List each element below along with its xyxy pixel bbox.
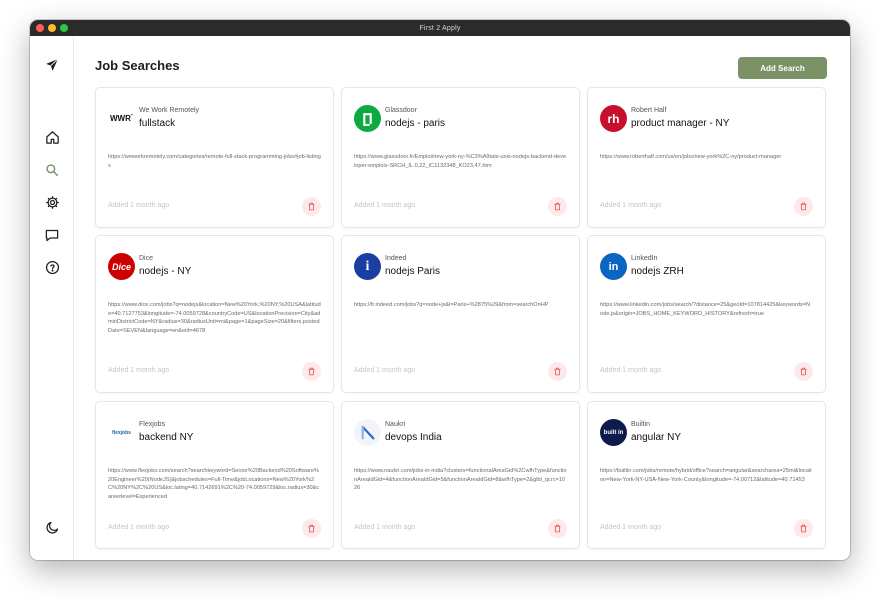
added-time: Added 1 month ago: [108, 202, 170, 209]
feedback-message-icon[interactable]: [43, 226, 61, 244]
job-search-card[interactable]: in LinkedIn nodejs ZRH https://www.linke…: [587, 235, 826, 393]
site-name: Dice: [139, 255, 154, 262]
search-title: devops India: [385, 432, 442, 443]
delete-button[interactable]: [302, 197, 321, 216]
search-title: backend NY: [139, 432, 194, 443]
settings-gear-icon[interactable]: [43, 193, 61, 211]
added-time: Added 1 month ago: [354, 367, 416, 374]
delete-button[interactable]: [302, 519, 321, 538]
delete-button[interactable]: [794, 519, 813, 538]
window-controls: [36, 24, 68, 32]
added-time: Added 1 month ago: [600, 524, 662, 531]
sidebar: [30, 36, 74, 560]
search-url: https://www.linkedin.com/jobs/search/?di…: [600, 302, 811, 317]
flexjobs-logo-icon: flexjobs: [108, 419, 135, 446]
job-search-card[interactable]: flexjobs Flexjobs backend NY https://www…: [95, 401, 334, 549]
added-time: Added 1 month ago: [108, 367, 170, 374]
added-time: Added 1 month ago: [108, 524, 170, 531]
search-title: angular NY: [631, 432, 682, 443]
added-time: Added 1 month ago: [354, 202, 416, 209]
close-window-button[interactable]: [36, 24, 44, 32]
delete-button[interactable]: [794, 362, 813, 381]
search-icon[interactable]: [43, 161, 61, 179]
delete-button[interactable]: [302, 362, 321, 381]
site-name: Robert Half: [631, 107, 667, 114]
trash-icon: [308, 524, 315, 533]
trash-icon: [554, 202, 561, 211]
home-icon[interactable]: [43, 128, 61, 146]
minimize-window-button[interactable]: [48, 24, 56, 32]
job-search-card[interactable]: Dice Dice nodejs - NY https://www.dice.c…: [95, 235, 334, 393]
window-title: First 2 Apply: [419, 24, 461, 32]
glassdoor-logo-icon: [354, 105, 381, 132]
page-title: Job Searches: [95, 58, 180, 73]
search-title: product manager - NY: [631, 118, 730, 129]
indeed-logo-icon: i: [354, 253, 381, 280]
search-url: https://builtin.com/jobs/remote/hybrid/o…: [600, 468, 812, 483]
add-search-button[interactable]: Add Search: [738, 57, 827, 79]
trash-icon: [308, 367, 315, 376]
search-title: nodejs - NY: [139, 266, 192, 277]
added-time: Added 1 month ago: [354, 524, 416, 531]
delete-button[interactable]: [548, 362, 567, 381]
job-search-card[interactable]: Glassdoor nodejs - paris https://www.gla…: [341, 87, 580, 228]
search-url: https://www.roberthalf.com/us/en/jobs/ne…: [600, 154, 782, 160]
trash-icon: [554, 367, 561, 376]
search-title: fullstack: [139, 118, 176, 129]
trash-icon: [800, 524, 807, 533]
site-name: We Work Remotely: [139, 107, 200, 114]
main-content: Job Searches Add Search WWR • We Work Rem…: [74, 36, 850, 560]
search-url: https://weworkremotely.com/categories/re…: [108, 154, 321, 169]
delete-button[interactable]: [794, 197, 813, 216]
theme-toggle-icon[interactable]: [43, 518, 61, 536]
app-window: First 2 Apply Job Searches Add Search WW…: [30, 20, 850, 560]
job-search-card[interactable]: WWR • We Work Remotely fullstack https://…: [95, 87, 334, 228]
title-bar: First 2 Apply: [30, 20, 850, 36]
trash-icon: [554, 524, 561, 533]
search-url: https://www.naukri.com/jobs-in-india?clu…: [354, 468, 567, 492]
job-search-card[interactable]: i Indeed nodejs Paris https://fr.indeed.…: [341, 235, 580, 393]
roberthalf-logo-icon: rh: [600, 105, 627, 132]
added-time: Added 1 month ago: [600, 202, 662, 209]
job-search-card[interactable]: Naukri devops India https://www.naukri.c…: [341, 401, 580, 549]
job-search-card[interactable]: built in Builtin angular NY https://buil…: [587, 401, 826, 549]
site-name: Flexjobs: [139, 421, 166, 428]
builtin-logo-icon: built in: [600, 419, 627, 446]
search-url: https://www.glassdoor.fr/Emploi/new-york…: [354, 154, 567, 169]
added-time: Added 1 month ago: [600, 367, 662, 374]
delete-button[interactable]: [548, 519, 567, 538]
delete-button[interactable]: [548, 197, 567, 216]
search-url: https://www.flexjobs.com/search?searchke…: [108, 468, 320, 500]
search-title: nodejs - paris: [385, 118, 446, 129]
app-logo-icon[interactable]: [43, 56, 61, 74]
trash-icon: [800, 202, 807, 211]
site-name: LinkedIn: [631, 255, 658, 262]
site-name: Naukri: [385, 421, 406, 428]
site-name: Builtin: [631, 421, 651, 428]
search-url: https://www.dice.com/jobs?q=nodejs&locat…: [108, 302, 321, 334]
site-name: Indeed: [385, 255, 407, 262]
trash-icon: [308, 202, 315, 211]
maximize-window-button[interactable]: [60, 24, 68, 32]
linkedin-logo-icon: in: [600, 253, 627, 280]
trash-icon: [800, 367, 807, 376]
search-title: nodejs Paris: [385, 266, 441, 277]
job-search-card[interactable]: rh Robert Half product manager - NY http…: [587, 87, 826, 228]
search-title: nodejs ZRH: [631, 266, 684, 277]
search-url: https://fr.indeed.com/jobs?q=node+js&l=P…: [354, 302, 549, 308]
help-question-icon[interactable]: [43, 258, 61, 276]
weworkremotely-logo-icon: WWR •: [108, 105, 135, 132]
site-name: Glassdoor: [385, 107, 417, 114]
dice-logo-icon: Dice: [108, 253, 135, 280]
naukri-logo-icon: [354, 419, 381, 446]
